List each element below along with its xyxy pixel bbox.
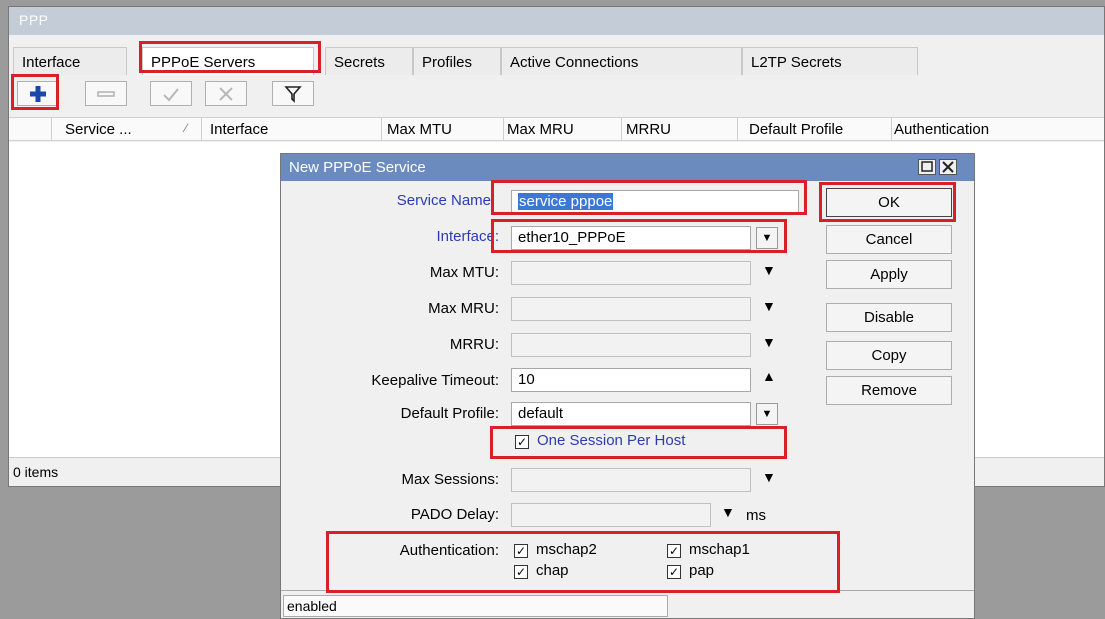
max-mtu-input[interactable] <box>511 261 751 285</box>
copy-button[interactable]: Copy <box>826 341 952 370</box>
auth-mschap1-checkbox[interactable]: ✓ <box>667 544 681 558</box>
tab-active-connections[interactable]: Active Connections <box>501 47 742 75</box>
disable-button[interactable]: Disable <box>826 303 952 332</box>
tab-profiles[interactable]: Profiles <box>413 47 501 75</box>
minus-icon <box>97 90 115 97</box>
pado-delay-expand-icon[interactable]: ▼ <box>721 504 735 520</box>
interface-label: Interface: <box>436 228 499 245</box>
maximize-icon <box>921 161 933 172</box>
dialog-title: New PPPoE Service <box>281 154 974 181</box>
max-mru-expand-icon[interactable]: ▼ <box>762 298 776 314</box>
dropdown-icon: ▼ <box>761 232 773 244</box>
dialog-status-bar: enabled <box>281 590 974 618</box>
column-header-max-mru[interactable]: Max MRU <box>507 121 574 138</box>
add-button[interactable] <box>17 81 59 106</box>
auth-chap-checkbox[interactable]: ✓ <box>514 565 528 579</box>
tab-interface[interactable]: Interface <box>13 47 127 75</box>
auth-mschap1-label: mschap1 <box>689 541 750 558</box>
remove-button[interactable] <box>85 81 127 106</box>
tab-secrets[interactable]: Secrets <box>325 47 413 75</box>
column-header-service[interactable]: Service ... <box>65 121 132 138</box>
new-pppoe-service-dialog: New PPPoE Service Service Name service p… <box>280 153 975 619</box>
check-icon <box>163 87 179 101</box>
mrru-label: MRRU: <box>449 336 499 353</box>
sort-indicator-icon: ∕ <box>185 121 188 135</box>
max-mtu-label: Max MTU: <box>429 264 499 281</box>
max-mru-label: Max MRU: <box>428 300 499 317</box>
apply-button[interactable]: Apply <box>826 260 952 289</box>
one-session-per-host-label: One Session Per Host <box>537 432 686 449</box>
interface-select[interactable]: ether10_PPPoE <box>511 226 751 250</box>
pado-delay-label: PADO Delay: <box>410 506 499 523</box>
column-header-authentication[interactable]: Authentication <box>894 121 989 138</box>
tab-bar: Interface PPPoE Servers Secrets Profiles… <box>9 47 1104 75</box>
dialog-status-text: enabled <box>283 595 668 617</box>
tab-l2tp-secrets[interactable]: L2TP Secrets <box>742 47 918 75</box>
keepalive-timeout-input[interactable]: 10 <box>511 368 751 392</box>
default-profile-value: default <box>518 405 564 422</box>
service-name-input[interactable]: service pppoe <box>511 190 799 214</box>
auth-pap-label: pap <box>689 562 715 579</box>
auth-pap-checkbox[interactable]: ✓ <box>667 565 681 579</box>
pado-delay-input[interactable] <box>511 503 711 527</box>
max-mtu-expand-icon[interactable]: ▼ <box>762 262 776 278</box>
authentication-label: Authentication: <box>399 542 499 559</box>
interface-value: ether10_PPPoE <box>518 229 626 246</box>
column-header-interface[interactable]: Interface <box>210 121 268 138</box>
max-sessions-label: Max Sessions: <box>401 471 499 488</box>
dropdown-icon: ▼ <box>761 408 773 420</box>
default-profile-dropdown-button[interactable]: ▼ <box>756 403 778 425</box>
enable-button[interactable] <box>150 81 192 106</box>
close-button[interactable] <box>939 159 957 175</box>
column-header-default-profile[interactable]: Default Profile <box>749 121 843 138</box>
remove-button[interactable]: Remove <box>826 376 952 405</box>
cancel-button[interactable]: Cancel <box>826 225 952 254</box>
ok-button[interactable]: OK <box>826 188 952 217</box>
plus-icon <box>30 85 46 102</box>
column-header-row: Service ... ∕ Interface Max MTU Max MRU … <box>9 117 1104 141</box>
interface-dropdown-button[interactable]: ▼ <box>756 227 778 249</box>
auth-chap-label: chap <box>536 562 569 579</box>
cross-icon <box>219 86 233 101</box>
auth-mschap2-label: mschap2 <box>536 541 597 558</box>
keepalive-timeout-label: Keepalive Timeout: <box>371 372 499 389</box>
service-name-label: Service Name <box>396 192 491 209</box>
mrru-input[interactable] <box>511 333 751 357</box>
item-count: 0 items <box>13 464 59 480</box>
toolbar <box>9 79 1104 109</box>
close-icon <box>942 161 954 173</box>
default-profile-label: Default Profile: <box>400 405 499 422</box>
mrru-expand-icon[interactable]: ▼ <box>762 334 776 350</box>
filter-button[interactable] <box>272 81 314 106</box>
ppp-window-title: PPP <box>9 7 1104 35</box>
pado-delay-unit: ms <box>746 507 766 524</box>
one-session-per-host-checkbox[interactable]: ✓ <box>515 435 529 449</box>
maximize-button[interactable] <box>918 159 936 175</box>
keepalive-collapse-icon[interactable]: ▲ <box>762 368 776 384</box>
filter-icon <box>284 85 302 103</box>
service-name-value: service pppoe <box>518 193 614 210</box>
tab-pppoe-servers[interactable]: PPPoE Servers <box>142 47 314 75</box>
column-header-mrru[interactable]: MRRU <box>626 121 671 138</box>
max-sessions-expand-icon[interactable]: ▼ <box>762 469 776 485</box>
max-sessions-input[interactable] <box>511 468 751 492</box>
max-mru-input[interactable] <box>511 297 751 321</box>
auth-mschap2-checkbox[interactable]: ✓ <box>514 544 528 558</box>
disable-button[interactable] <box>205 81 247 106</box>
default-profile-select[interactable]: default <box>511 402 751 426</box>
column-header-max-mtu[interactable]: Max MTU <box>387 121 452 138</box>
